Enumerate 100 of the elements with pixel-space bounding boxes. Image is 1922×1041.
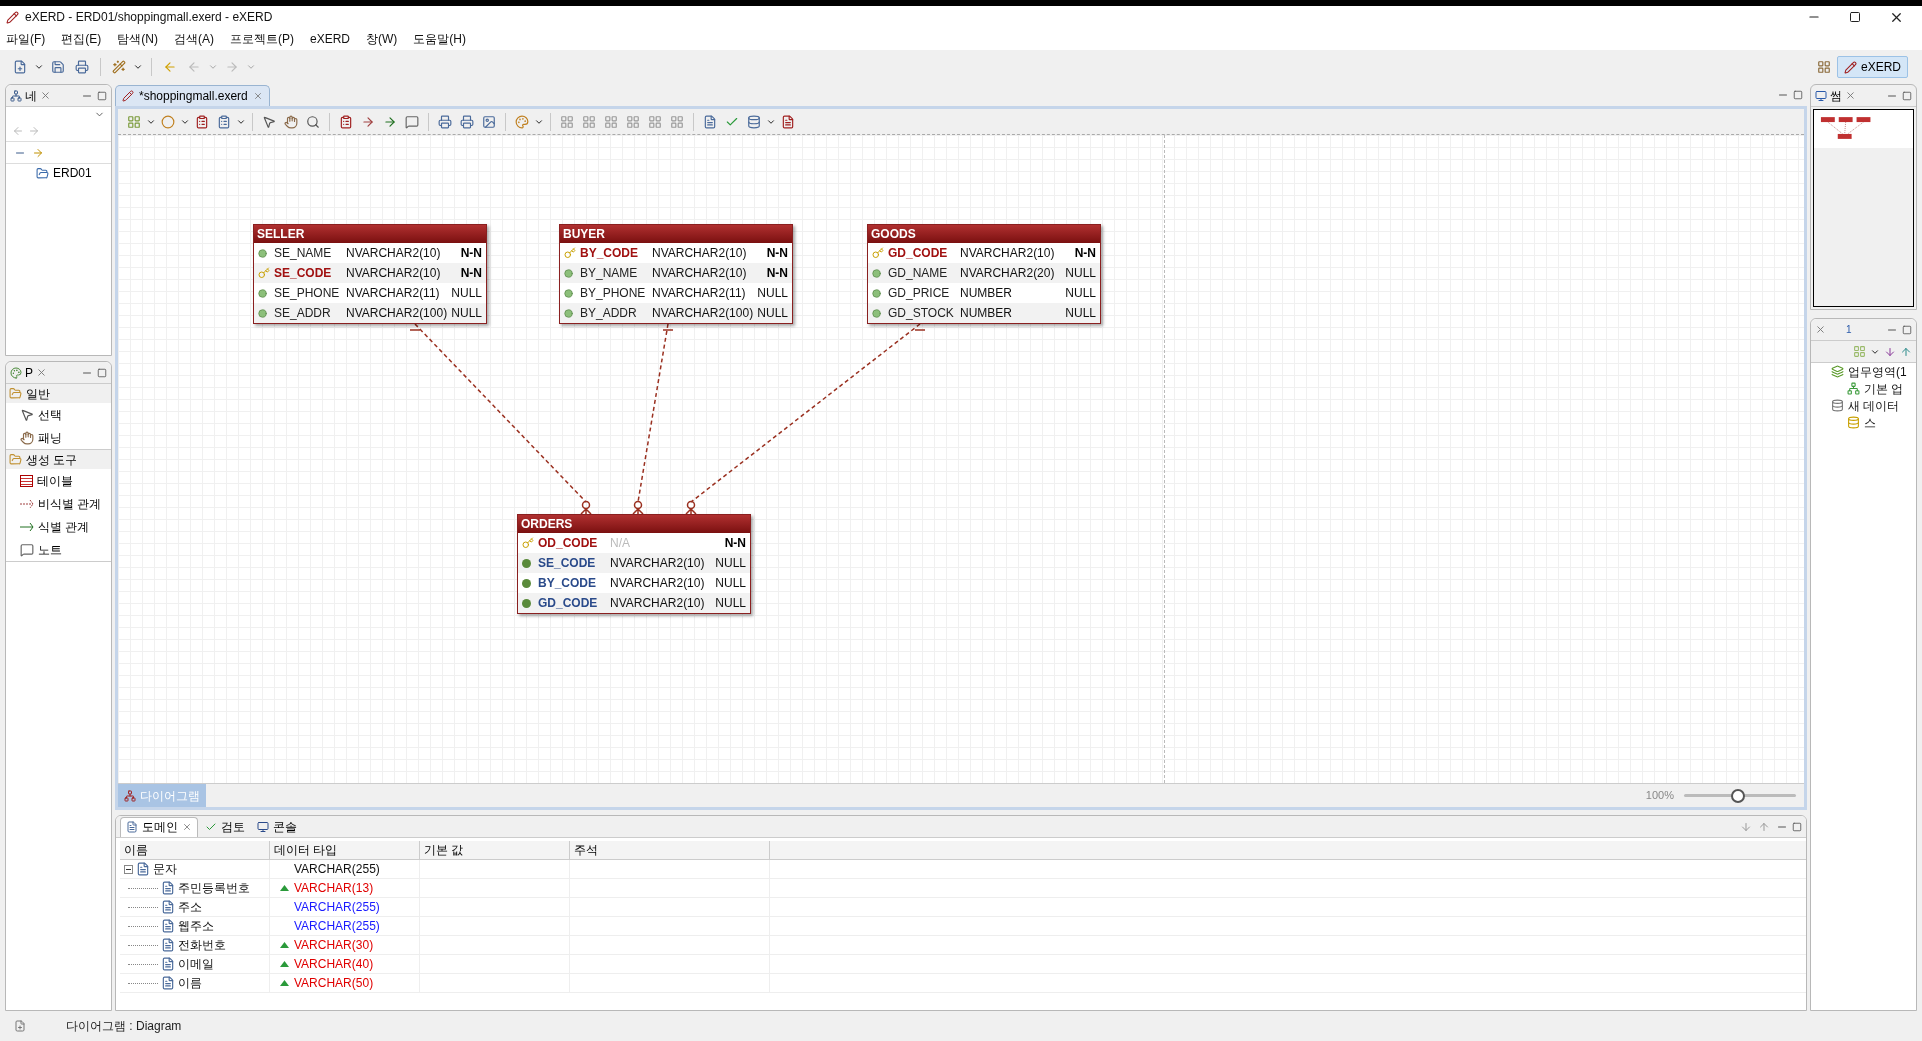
entity-table[interactable]: ORDERS OD_CODE N/A N-N SE_CODE NVARCHAR2(10) NULL BY_CODE NVARCHAR2(10) NULL GD_CODE NVARCHAR2(10) NULL — [517, 514, 751, 614]
key-icon — [872, 247, 884, 259]
entity-title: SELLER — [254, 225, 486, 243]
diagram-canvas[interactable] — [118, 135, 1804, 783]
column-header[interactable]: 기본 값 — [420, 841, 570, 859]
column-nullability: NULL — [451, 285, 482, 302]
menu-item[interactable]: 편집(E) — [59, 30, 104, 48]
entity-table[interactable]: BUYER BY_CODE NVARCHAR2(10) N-N BY_NAME NVARCHAR2(10) N-N BY_PHONE NVARCHAR2(11) NULL BY_ADDR NVARCHAR2(100) NULL — [559, 224, 793, 324]
menu-item[interactable]: 검색(A) — [172, 30, 216, 48]
domain-name[interactable]: 이름 — [178, 974, 202, 992]
diagram-icon — [124, 789, 136, 802]
domain-name[interactable]: 이메일 — [178, 955, 214, 973]
column-nullability: NULL — [715, 595, 746, 612]
panel-tab[interactable]: 검토 — [200, 816, 250, 837]
column-header[interactable]: 이름 — [120, 841, 270, 859]
folder-icon — [9, 453, 22, 466]
column-type: NVARCHAR2(10) — [652, 245, 748, 262]
menu-item[interactable]: 프로젝트(P) — [228, 30, 296, 48]
zoom-reading: 100% — [1645, 788, 1674, 804]
column-name: BY_ADDR — [580, 305, 638, 322]
dropdown-icon[interactable] — [133, 62, 143, 72]
pointer-icon — [20, 407, 34, 422]
column-name: BY_NAME — [580, 265, 639, 282]
panel-tab[interactable]: 썸 — [1830, 86, 1842, 105]
domain-name[interactable]: 웹주소 — [178, 917, 214, 935]
window-title: eXERD - ERD01/shoppingmall.exerd - eXERD — [25, 9, 273, 26]
menu-item[interactable]: 파일(F) — [4, 30, 48, 48]
zoom-slider[interactable] — [1684, 788, 1796, 803]
palette-item[interactable]: 선택 — [38, 405, 62, 424]
tree-item[interactable]: 업무영역(1 — [1848, 362, 1907, 381]
column-dot-icon — [872, 268, 881, 278]
column-name: SE_NAME — [274, 245, 333, 262]
column-header[interactable]: 주석 — [570, 841, 770, 859]
column-nullability: N-N — [766, 265, 788, 282]
menu-item[interactable]: 탐색(N) — [115, 30, 160, 48]
overflow-tabs[interactable]: 1 — [1846, 322, 1852, 337]
column-nullability: N-N — [460, 245, 482, 262]
entity-table[interactable]: GOODS GD_CODE NVARCHAR2(10) N-N GD_NAME NVARCHAR2(20) NULL GD_PRICE NUMBER NULL GD_STOCK NUMBER NULL — [867, 224, 1101, 324]
menu-item[interactable]: 도움말(H) — [411, 30, 468, 48]
sort-ascending-icon[interactable] — [1884, 345, 1896, 358]
sort-descending-icon[interactable] — [1758, 820, 1770, 833]
menu-item[interactable]: 창(W) — [364, 30, 400, 48]
panel-tab[interactable]: 네 — [25, 86, 37, 105]
sort-ascending-icon[interactable] — [1740, 820, 1752, 833]
domain-icon — [161, 976, 175, 990]
column-type: NVARCHAR2(100) — [346, 305, 446, 322]
entity-table[interactable]: SELLER SE_NAME NVARCHAR2(10) N-N SE_CODE NVARCHAR2(10) N-N SE_PHONE NVARCHAR2(11) NULL SE_ADDR NVARCHAR2(100) NULL — [253, 224, 487, 324]
tree-item[interactable]: 기본 업 — [1864, 379, 1904, 398]
palette-item[interactable]: 식별 관계 — [38, 517, 90, 536]
palette-item[interactable]: 패닝 — [38, 428, 62, 447]
column-header[interactable]: 데이터 타입 — [270, 841, 420, 859]
column-dot-icon — [564, 308, 573, 318]
palette-item[interactable]: 노트 — [38, 540, 62, 559]
tree-item[interactable]: 스 — [1864, 413, 1876, 432]
domain-type: VARCHAR(13) — [294, 880, 374, 897]
network-icon — [1847, 382, 1860, 395]
domain-icon — [161, 957, 175, 971]
maximize-icon[interactable] — [1849, 11, 1861, 23]
domain-name[interactable]: 문자 — [153, 860, 177, 878]
column-nullability: NULL — [451, 305, 482, 322]
panel-tab[interactable]: 도메인 — [120, 816, 198, 837]
slider-thumb[interactable] — [1730, 788, 1745, 803]
tree-item[interactable]: ERD01 — [53, 164, 92, 182]
key-icon — [564, 247, 576, 259]
panel-tab[interactable]: P — [25, 363, 33, 382]
palette-item[interactable]: 테이블 — [37, 471, 73, 490]
column-type: NVARCHAR2(100) — [652, 305, 752, 322]
column-type: NUMBER — [960, 305, 1013, 322]
database-icon — [1831, 399, 1844, 412]
domain-icon — [161, 881, 175, 895]
column-nullability: NULL — [757, 285, 788, 302]
editor-tab[interactable]: *shoppingmall.exerd — [115, 85, 270, 106]
key-icon — [522, 537, 534, 549]
column-dot-icon — [564, 268, 573, 278]
column-nullability: N-N — [724, 535, 746, 552]
domain-name[interactable]: 주민등록번호 — [178, 879, 250, 897]
column-name: BY_PHONE — [580, 285, 647, 302]
dropdown-icon[interactable] — [34, 62, 44, 72]
sort-descending-icon[interactable] — [1900, 345, 1912, 358]
domain-name[interactable]: 전화번호 — [178, 936, 226, 954]
menu-item[interactable]: eXERD — [308, 30, 352, 48]
column-name: GD_STOCK — [888, 305, 955, 322]
perspective-button[interactable]: eXERD — [1837, 56, 1908, 78]
tree-item[interactable]: 새 데이터 — [1848, 396, 1900, 415]
column-name: BY_CODE — [538, 575, 597, 592]
monitor-icon — [1815, 89, 1827, 102]
column-type: NVARCHAR2(10) — [610, 555, 706, 572]
domain-type: VARCHAR(40) — [294, 956, 374, 973]
status-text: 다이어그램 : Diagram — [66, 1018, 182, 1035]
column-type: N/A — [610, 535, 631, 552]
collapse-toggle[interactable] — [124, 864, 133, 874]
column-name: OD_CODE — [538, 535, 599, 552]
panel-tab[interactable]: 콘솔 — [252, 816, 302, 837]
column-type: NVARCHAR2(10) — [346, 245, 442, 262]
layout-icon[interactable] — [1853, 345, 1866, 358]
dashed-line-icon — [20, 498, 34, 509]
document-icon — [126, 821, 138, 833]
column-nullability: NULL — [1065, 285, 1096, 302]
domain-name[interactable]: 주소 — [178, 898, 202, 916]
palette-item[interactable]: 비식별 관계 — [38, 494, 102, 513]
